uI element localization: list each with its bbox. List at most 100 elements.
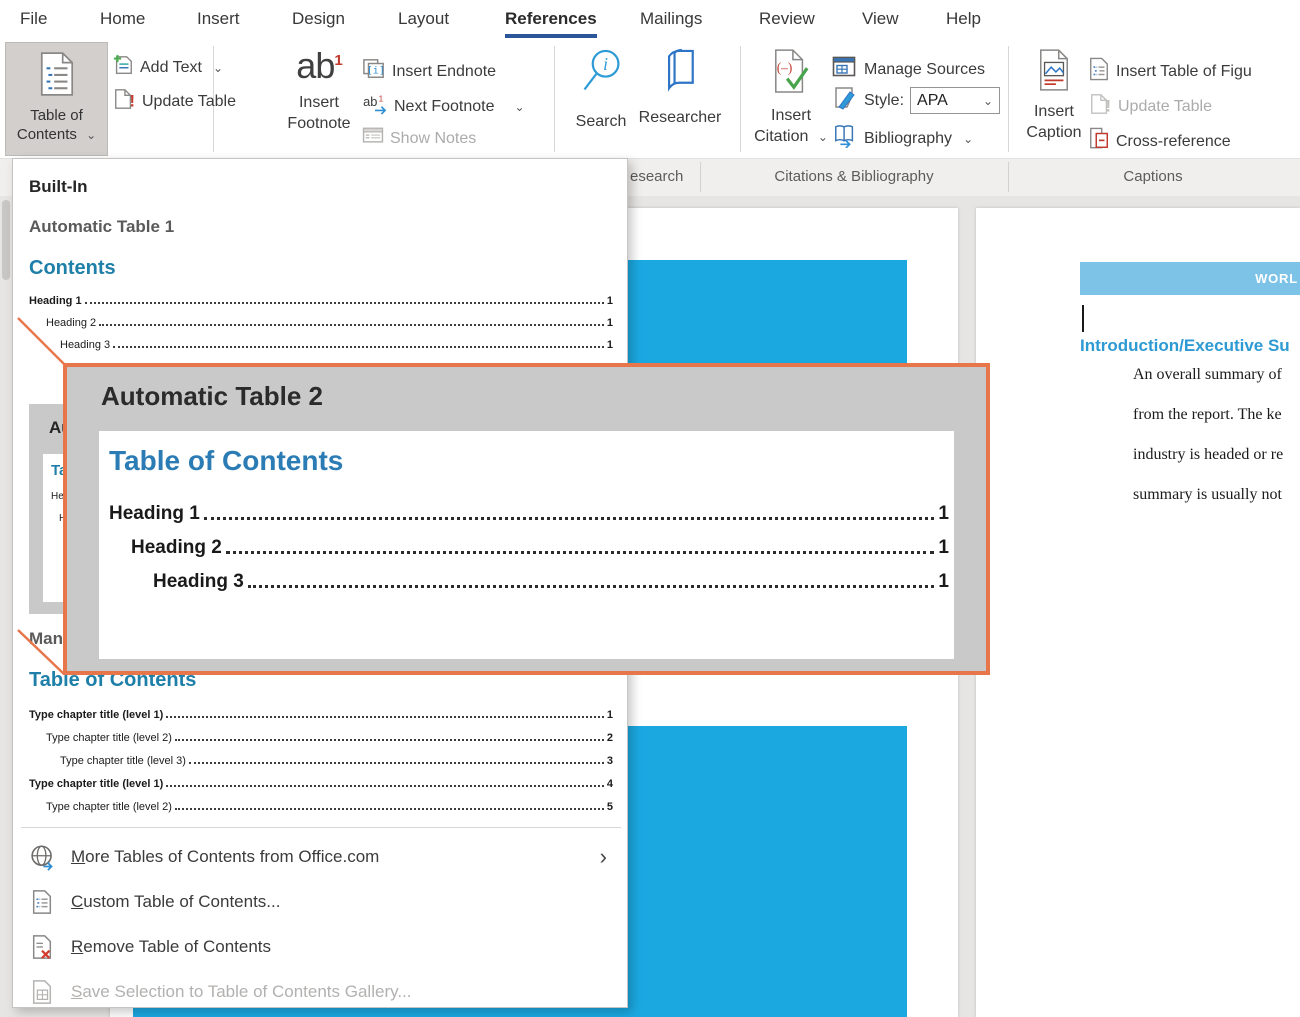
menu-item-remove-table-of-contents[interactable]: Remove Table of Contents xyxy=(27,927,619,967)
group-divider xyxy=(1008,162,1009,192)
document-page-right[interactable] xyxy=(976,208,1300,1017)
tab-view[interactable]: View xyxy=(862,9,899,29)
menu-item-more-tables-from-office[interactable]: More Tables of Contents from Office.com … xyxy=(27,837,619,877)
cross-reference-label: Cross-reference xyxy=(1116,133,1231,151)
custom-toc-icon xyxy=(27,889,57,915)
insert-citation-button[interactable]: (–) Insert Citation ⌄ xyxy=(756,48,826,147)
update-table-button[interactable]: ! Update Table xyxy=(112,88,236,115)
svg-text:(–): (–) xyxy=(777,60,793,75)
document-body-line: summary is usually not xyxy=(1133,486,1282,504)
document-body-line: industry is headed or re xyxy=(1133,446,1283,464)
dot-leader xyxy=(204,517,935,520)
vertical-scrollbar-thumb[interactable] xyxy=(2,200,10,280)
toc-preview-heading: Contents xyxy=(29,257,613,280)
dot-leader xyxy=(113,346,604,348)
update-table-label: Update Table xyxy=(142,93,236,111)
gallery-item-manual-table[interactable]: Table of Contents Type chapter title (le… xyxy=(29,669,613,813)
toc-row-page: 1 xyxy=(607,339,613,351)
chevron-down-icon: ⌄ xyxy=(515,101,525,113)
researcher-button[interactable]: Researcher xyxy=(634,46,726,128)
dot-leader xyxy=(175,739,604,741)
group-label-research: esearch xyxy=(630,168,683,185)
menu-item-label: More Tables of Contents from Office.com xyxy=(71,847,379,867)
next-footnote-label: Next Footnote xyxy=(394,98,495,116)
table-of-contents-icon xyxy=(38,51,76,102)
toc-row-page: 3 xyxy=(607,755,613,767)
ribbon-tab-bar: File Home Insert Design Layout Reference… xyxy=(0,0,1300,40)
toc-row-label: Heading 1 xyxy=(29,295,82,307)
manage-sources-button[interactable]: Manage Sources xyxy=(832,56,985,83)
add-text-label: Add Text xyxy=(140,59,202,77)
toc-row-page: 1 xyxy=(938,503,949,525)
add-text-icon xyxy=(112,54,134,81)
insert-endnote-button[interactable]: [i] Insert Endnote xyxy=(362,58,496,85)
tab-insert[interactable]: Insert xyxy=(197,9,240,29)
search-button[interactable]: i Search xyxy=(570,46,632,132)
dot-leader xyxy=(226,551,935,554)
gallery-item-automatic-table-1[interactable]: Contents Heading 1 1 Heading 2 1 Heading… xyxy=(29,257,613,351)
menu-item-label: Save Selection to Table of Contents Gall… xyxy=(71,982,412,1002)
dot-leader xyxy=(166,785,604,787)
globe-download-icon xyxy=(27,844,57,871)
insert-footnote-button[interactable]: ab1 Insert Footnote xyxy=(277,48,361,134)
dot-leader xyxy=(248,585,935,588)
insert-table-of-figures-button[interactable]: Insert Table of Figu xyxy=(1088,57,1252,86)
ribbon: Table of Contents ⌄ Add Text ⌄ ! xyxy=(0,40,1300,158)
toc-button-label-line2: Contents xyxy=(17,126,77,143)
toc-row-page: 5 xyxy=(607,801,613,813)
next-footnote-button[interactable]: ab 1 Next Footnote ⌄ xyxy=(362,93,525,120)
insert-footnote-label-line1: Insert xyxy=(287,92,350,113)
automatic-table-2-callout: Automatic Table 2 Table of Contents Head… xyxy=(63,363,990,675)
toc-row-label: Type chapter title (level 2) xyxy=(46,732,172,744)
show-notes-button[interactable]: Show Notes xyxy=(362,127,476,150)
tab-references[interactable]: References xyxy=(505,9,597,38)
tab-file[interactable]: File xyxy=(20,9,47,29)
tab-layout[interactable]: Layout xyxy=(398,9,449,29)
svg-text:!: ! xyxy=(1106,97,1112,115)
chevron-down-icon: ⌄ xyxy=(983,95,993,107)
insert-table-of-figures-icon xyxy=(1088,57,1110,86)
dot-leader xyxy=(85,302,604,304)
tab-design[interactable]: Design xyxy=(292,9,345,29)
page-header-banner: WORL xyxy=(1080,262,1300,295)
tab-help[interactable]: Help xyxy=(946,9,981,29)
insert-caption-label-line2: Caption xyxy=(1026,122,1081,143)
search-label: Search xyxy=(576,111,627,132)
toc-row-page: 1 xyxy=(938,571,949,593)
toc-row-page: 4 xyxy=(607,778,613,790)
add-text-button[interactable]: Add Text ⌄ xyxy=(112,54,223,81)
toc-row-page: 1 xyxy=(938,537,949,559)
dot-leader xyxy=(99,324,604,326)
manage-sources-label: Manage Sources xyxy=(864,61,985,79)
insert-caption-button[interactable]: Insert Caption xyxy=(1024,48,1084,143)
insert-table-of-figures-label: Insert Table of Figu xyxy=(1116,63,1252,81)
group-divider xyxy=(700,162,701,192)
bibliography-button[interactable]: Bibliography ⌄ xyxy=(832,124,973,153)
cross-reference-icon xyxy=(1088,127,1110,156)
style-select[interactable]: APA ⌄ xyxy=(910,87,1000,114)
toc-row-label: Heading 1 xyxy=(109,503,200,525)
update-table-disabled-icon: ! xyxy=(1088,93,1112,120)
dot-leader xyxy=(166,716,604,718)
update-table-captions-button[interactable]: ! Update Table xyxy=(1088,93,1212,120)
insert-citation-label-line2: Citation xyxy=(754,128,808,145)
cross-reference-button[interactable]: Cross-reference xyxy=(1088,127,1231,156)
search-icon: i xyxy=(579,46,623,103)
next-footnote-icon: ab 1 xyxy=(362,93,388,120)
menu-item-custom-table-of-contents[interactable]: Custom Table of Contents... xyxy=(27,882,619,922)
update-table-captions-label: Update Table xyxy=(1118,98,1212,116)
tab-home[interactable]: Home xyxy=(100,9,145,29)
callout-title: Automatic Table 2 xyxy=(101,381,323,412)
tab-mailings[interactable]: Mailings xyxy=(640,9,702,29)
tab-review[interactable]: Review xyxy=(759,9,815,29)
researcher-label: Researcher xyxy=(639,107,722,128)
toc-row-label: Type chapter title (level 1) xyxy=(29,709,163,721)
menu-item-save-selection-to-gallery[interactable]: Save Selection to Table of Contents Gall… xyxy=(27,972,619,1012)
bibliography-icon xyxy=(832,124,858,153)
table-of-contents-button[interactable]: Table of Contents ⌄ xyxy=(5,42,108,156)
group-divider xyxy=(740,46,741,152)
svg-text:!: ! xyxy=(130,92,136,110)
group-divider xyxy=(554,46,555,152)
chevron-down-icon: ⌄ xyxy=(213,62,223,74)
svg-text:ab: ab xyxy=(363,94,377,109)
